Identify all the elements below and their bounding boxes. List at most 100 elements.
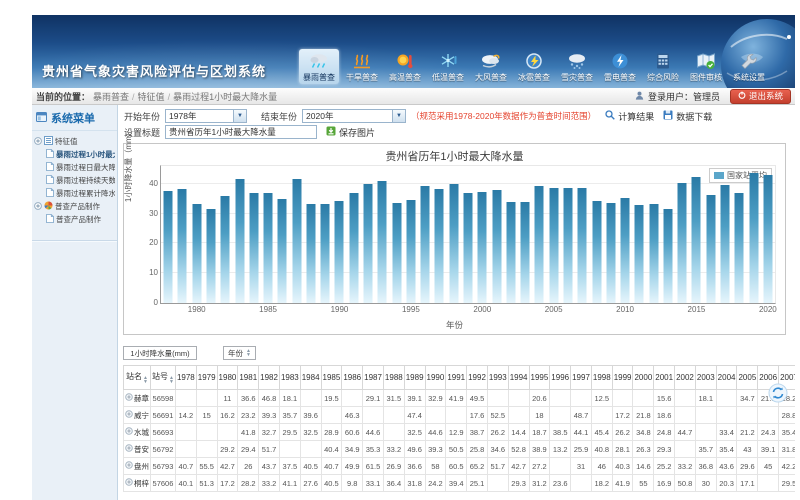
sort-icons[interactable]: ▲▼ — [143, 376, 148, 384]
tree-item-0-2[interactable]: 暴雨过程持续天数 — [34, 174, 115, 187]
year-header-2003[interactable]: 2003 — [695, 366, 716, 390]
year-header-2005[interactable]: 2005 — [737, 366, 758, 390]
bar-1995[interactable] — [406, 200, 415, 303]
year-header-1991[interactable]: 1991 — [446, 366, 467, 390]
nav-cold-survey[interactable]: 低温普查 — [428, 49, 468, 84]
end-year-select[interactable]: 2020年 ▼ — [302, 109, 406, 123]
bar-2009[interactable] — [606, 203, 615, 303]
bar-1987[interactable] — [292, 179, 301, 303]
bar-1984[interactable] — [249, 193, 258, 303]
year-header-1999[interactable]: 1999 — [612, 366, 633, 390]
year-header-1995[interactable]: 1995 — [529, 366, 550, 390]
station-name-header[interactable]: 站名▲▼ — [124, 366, 151, 390]
year-header-1988[interactable]: 1988 — [383, 366, 404, 390]
sort-icons[interactable]: ▲▼ — [246, 349, 251, 357]
year-header-1983[interactable]: 1983 — [279, 366, 300, 390]
year-header-1989[interactable]: 1989 — [404, 366, 425, 390]
measure-filter-box[interactable]: 1小时降水量(mm) — [123, 346, 197, 360]
year-header-1986[interactable]: 1986 — [342, 366, 363, 390]
row-expand-icon[interactable] — [125, 393, 133, 403]
bar-2007[interactable] — [578, 188, 587, 303]
tree-group-0[interactable]: 特征值 — [34, 135, 115, 148]
bar-2000[interactable] — [478, 192, 487, 303]
bar-1998[interactable] — [449, 184, 458, 303]
chart-title-input[interactable] — [165, 125, 317, 139]
bar-2014[interactable] — [678, 183, 687, 303]
year-header-2002[interactable]: 2002 — [675, 366, 696, 390]
nav-lightning-survey[interactable]: 雷电普查 — [600, 49, 640, 84]
bar-1990[interactable] — [335, 201, 344, 303]
bar-2004[interactable] — [535, 186, 544, 303]
year-header-1998[interactable]: 1998 — [591, 366, 612, 390]
year-header-2001[interactable]: 2001 — [654, 366, 675, 390]
nav-rainstorm-survey[interactable]: 暴雨普查 — [299, 49, 339, 84]
bar-1991[interactable] — [349, 193, 358, 303]
year-header-1985[interactable]: 1985 — [321, 366, 342, 390]
year-header-1994[interactable]: 1994 — [508, 366, 529, 390]
year-header-1997[interactable]: 1997 — [571, 366, 592, 390]
bar-2008[interactable] — [592, 201, 601, 303]
year-header-1996[interactable]: 1996 — [550, 366, 571, 390]
nav-snow-survey[interactable]: 雪灾普查 — [557, 49, 597, 84]
year-header-1992[interactable]: 1992 — [467, 366, 488, 390]
bar-1996[interactable] — [421, 186, 430, 303]
nav-hail-survey[interactable]: 冰雹普查 — [514, 49, 554, 84]
year-header-1982[interactable]: 1982 — [259, 366, 280, 390]
year-header-1978[interactable]: 1978 — [175, 366, 196, 390]
bar-2006[interactable] — [563, 188, 572, 303]
year-header-1990[interactable]: 1990 — [425, 366, 446, 390]
bar-1979[interactable] — [178, 189, 187, 303]
bar-2015[interactable] — [692, 177, 701, 303]
bar-1992[interactable] — [364, 184, 373, 303]
bar-1999[interactable] — [464, 193, 473, 303]
bar-1981[interactable] — [206, 209, 215, 303]
row-expand-icon[interactable] — [125, 410, 133, 420]
bar-1997[interactable] — [435, 189, 444, 303]
bar-1988[interactable] — [306, 204, 315, 303]
expand-icon[interactable] — [34, 137, 42, 147]
year-header-1979[interactable]: 1979 — [196, 366, 217, 390]
bar-2003[interactable] — [521, 202, 530, 303]
bar-1994[interactable] — [392, 203, 401, 303]
year-header-1987[interactable]: 1987 — [363, 366, 384, 390]
row-expand-icon[interactable] — [125, 461, 133, 471]
tree-item-0-1[interactable]: 暴雨过程日最大降水量 — [34, 161, 115, 174]
row-expand-icon[interactable] — [125, 444, 133, 454]
tree-group-1[interactable]: 普查产品制作 — [34, 200, 115, 213]
bar-1985[interactable] — [264, 193, 273, 303]
bar-1989[interactable] — [321, 204, 330, 303]
bar-2019[interactable] — [749, 173, 758, 303]
bar-2001[interactable] — [492, 190, 501, 303]
year-header-1981[interactable]: 1981 — [238, 366, 259, 390]
bar-1982[interactable] — [221, 196, 230, 303]
bar-1986[interactable] — [278, 199, 287, 303]
year-header-1993[interactable]: 1993 — [487, 366, 508, 390]
nav-heat-survey[interactable]: 高温普查 — [385, 49, 425, 84]
nav-system-settings[interactable]: 系统设置 — [729, 49, 769, 84]
bar-2011[interactable] — [635, 205, 644, 303]
save-image-button[interactable]: 保存图片 — [326, 126, 375, 139]
bar-1983[interactable] — [235, 179, 244, 303]
nav-wind-survey[interactable]: 大风普查 — [471, 49, 511, 84]
year-header-1980[interactable]: 1980 — [217, 366, 238, 390]
expand-icon[interactable] — [34, 202, 42, 212]
calculate-result-button[interactable]: 计算结果 — [605, 110, 654, 123]
bar-2018[interactable] — [735, 193, 744, 303]
year-group-box[interactable]: 年份 ▲▼ — [223, 346, 256, 360]
bar-2010[interactable] — [621, 198, 630, 303]
bar-1978[interactable] — [164, 191, 173, 303]
nav-drought-survey[interactable]: 干旱普查 — [342, 49, 382, 84]
bar-2002[interactable] — [506, 202, 515, 303]
bar-2012[interactable] — [649, 204, 658, 303]
bar-2005[interactable] — [549, 188, 558, 303]
breadcrumb-item-2[interactable]: 暴雨过程1小时最大降水量 — [173, 92, 277, 102]
breadcrumb-item-0[interactable]: 暴雨普查 — [93, 92, 129, 102]
bar-1993[interactable] — [378, 181, 387, 303]
tree-item-0-3[interactable]: 暴雨过程累计降水量 — [34, 187, 115, 200]
station-id-header[interactable]: 站号▲▼ — [151, 366, 176, 390]
tree-item-0-0[interactable]: 暴雨过程1小时最大降水量 — [34, 148, 115, 161]
start-year-select[interactable]: 1978年 ▼ — [165, 109, 247, 123]
bar-2017[interactable] — [721, 185, 730, 303]
bar-2013[interactable] — [663, 209, 672, 303]
year-header-2000[interactable]: 2000 — [633, 366, 654, 390]
